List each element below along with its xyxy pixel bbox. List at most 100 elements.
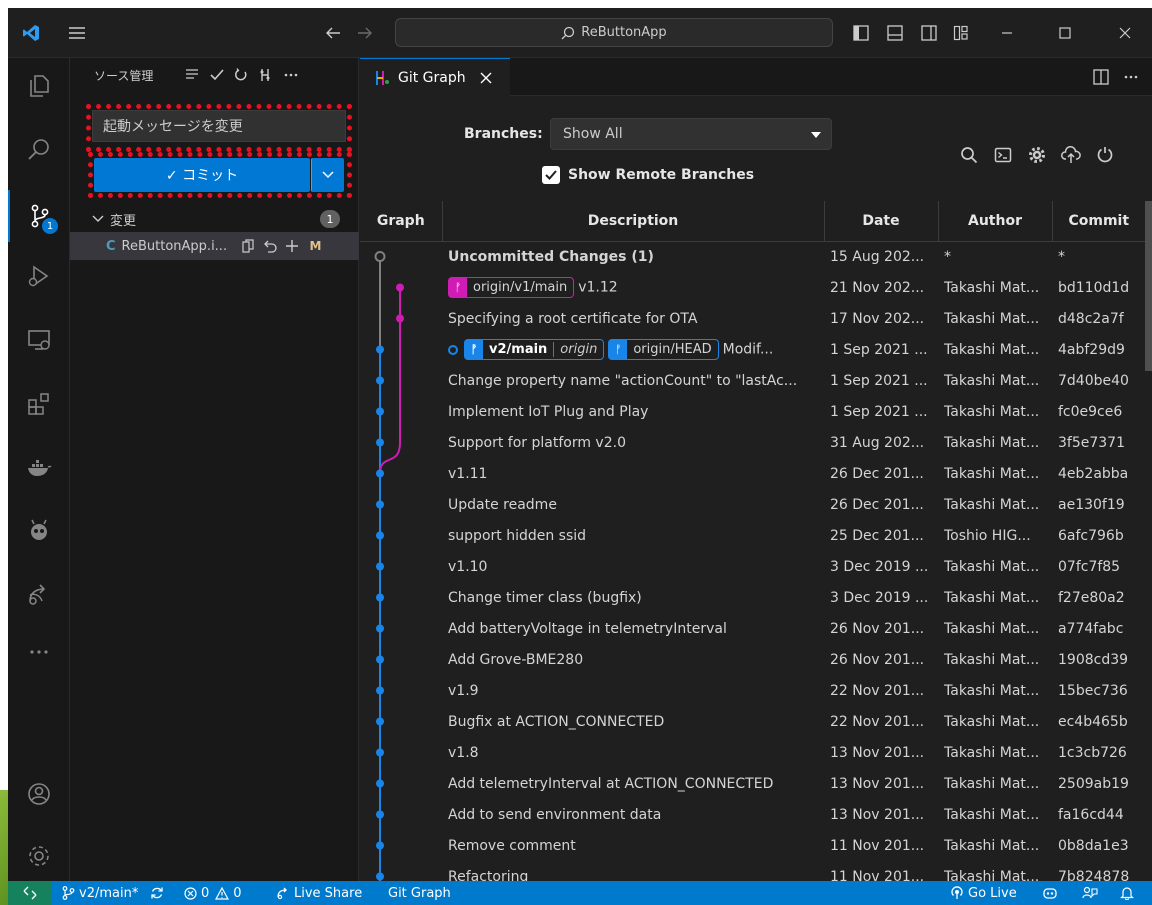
commit-description: v1.8: [442, 737, 824, 768]
commit-row[interactable]: Implement IoT Plug and Play 1 Sep 2021 ..…: [360, 396, 1145, 427]
problems-status[interactable]: 0 0: [184, 881, 242, 905]
commit-row[interactable]: Change timer class (bugfix) 3 Dec 2019 ..…: [360, 582, 1145, 613]
branches-label: Branches:: [464, 126, 543, 142]
git-graph-status[interactable]: Git Graph: [388, 881, 451, 905]
vertical-scrollbar[interactable]: [1145, 201, 1152, 881]
close-tab-icon[interactable]: [480, 72, 492, 84]
column-header[interactable]: Author: [938, 201, 1053, 242]
live-share-icon[interactable]: [8, 568, 70, 620]
commit-row[interactable]: Add Grove-BME280 26 Nov 201... Takashi Mat…: [360, 644, 1145, 675]
commit-date: 26 Dec 201...: [830, 496, 924, 513]
close-window-icon[interactable]: [1112, 20, 1138, 46]
commit-row[interactable]: Update readme 26 Dec 201... Takashi Mat...…: [360, 489, 1145, 520]
open-file-icon[interactable]: [240, 238, 256, 254]
terminal-icon[interactable]: [990, 142, 1016, 168]
commit-node: [376, 593, 384, 602]
commit-row[interactable]: Add to send environment data 13 Nov 201..…: [360, 799, 1145, 830]
view-as-tree-icon[interactable]: [181, 64, 203, 86]
more-actions-icon[interactable]: [280, 64, 302, 86]
commit-row[interactable]: support hidden ssid 25 Dec 201... Toshio H…: [360, 520, 1145, 551]
search-icon[interactable]: [8, 124, 70, 176]
extensions-icon[interactable]: [8, 378, 70, 430]
live-share-status[interactable]: Live Share: [276, 881, 362, 905]
branch-ref[interactable]: ᚡ origin/v1/main: [448, 277, 575, 298]
merge-curve: [379, 442, 401, 474]
commit-check-icon[interactable]: [206, 64, 228, 86]
column-header[interactable]: Commit: [1052, 201, 1145, 242]
refresh-icon[interactable]: [230, 64, 252, 86]
branch-status[interactable]: v2/main*: [62, 881, 138, 905]
settings-gear-icon[interactable]: [1024, 142, 1050, 168]
commit-row[interactable]: Specifying a root certificate for OTA 17 …: [360, 303, 1145, 334]
discard-changes-icon[interactable]: [262, 238, 278, 254]
commit-row[interactable]: Support for platform v2.0 31 Aug 202... Ta…: [360, 427, 1145, 458]
fetch-cloud-icon[interactable]: [1058, 142, 1084, 168]
stage-changes-icon[interactable]: [284, 238, 300, 254]
commit-row[interactable]: ᚡ origin/v1/main v1.12 21 Nov 202... Takashi…: [360, 272, 1145, 303]
commit-row[interactable]: v1.8 13 Nov 201... Takashi Mat... 1c3cb726: [360, 737, 1145, 768]
manage-gear-icon[interactable]: [8, 830, 70, 882]
notifications-status[interactable]: [1120, 881, 1134, 905]
docker-icon[interactable]: [8, 442, 70, 494]
back-arrow-icon[interactable]: [320, 20, 346, 46]
commit-hash: a774fabc: [1058, 620, 1124, 637]
sync-status[interactable]: [150, 881, 164, 905]
find-icon[interactable]: [956, 142, 982, 168]
commit-row[interactable]: v1.11 26 Dec 201... Takashi Mat... 4eb2abba: [360, 458, 1145, 489]
tab-git-graph[interactable]: Git Graph: [360, 58, 510, 96]
remote-indicator[interactable]: [8, 881, 52, 905]
go-live-status[interactable]: Go Live: [950, 881, 1017, 905]
split-editor-icon[interactable]: [1088, 64, 1114, 90]
explorer-icon[interactable]: [8, 60, 70, 112]
commit-row[interactable]: Bugfix at ACTION_CONNECTED 22 Nov 201... T…: [360, 706, 1145, 737]
forward-arrow-icon[interactable]: [352, 20, 378, 46]
toggle-secondary-sidebar-icon[interactable]: [916, 20, 942, 46]
copilot-status[interactable]: [1042, 881, 1058, 905]
column-header[interactable]: Date: [824, 201, 939, 242]
commit-description: v1.11: [442, 458, 824, 489]
commit-row[interactable]: Remove comment 11 Nov 201... Takashi Mat..…: [360, 830, 1145, 861]
commit-row[interactable]: Uncommitted Changes (1) 15 Aug 202... * *: [360, 241, 1145, 272]
command-center-search[interactable]: ReButtonApp: [395, 18, 833, 47]
commit-row[interactable]: Change property name "actionCount" to "l…: [360, 365, 1145, 396]
minimize-icon[interactable]: [994, 20, 1020, 46]
branches-dropdown[interactable]: Show All: [550, 118, 832, 150]
commit-row[interactable]: ᚡ v2/main origin ᚡ origin/HEAD Modif... 1 Sep …: [360, 334, 1145, 365]
commit-author: Toshio HIG...: [944, 527, 1031, 544]
commit-graph: [374, 251, 404, 881]
menu-icon[interactable]: [64, 20, 90, 46]
commit-message: Specifying a root certificate for OTA: [448, 310, 698, 327]
run-debug-icon[interactable]: [8, 250, 70, 302]
commit-row[interactable]: Refactoring 11 Nov 201... Takashi Mat... 7b…: [360, 861, 1145, 882]
scrollbar-thumb[interactable]: [1145, 201, 1152, 371]
changes-section-header[interactable]: 変更: [70, 208, 359, 230]
remote-explorer-icon[interactable]: [8, 314, 70, 366]
commit-message: support hidden ssid: [448, 527, 587, 544]
remote-icon: [23, 886, 37, 900]
maximize-icon[interactable]: [1052, 20, 1078, 46]
editor-more-actions-icon[interactable]: [1118, 64, 1144, 90]
changed-file-row[interactable]: C ReButtonApp.i... M: [70, 232, 359, 260]
toggle-panel-icon[interactable]: [882, 20, 908, 46]
show-remote-branches-checkbox[interactable]: Show Remote Branches: [542, 166, 754, 184]
checkbox-checked-icon[interactable]: [542, 166, 560, 184]
toggle-primary-sidebar-icon[interactable]: [848, 20, 874, 46]
branch-ref[interactable]: ᚡ v2/main origin: [464, 339, 605, 360]
accounts-icon[interactable]: [8, 768, 70, 820]
column-header[interactable]: Description: [442, 201, 825, 242]
commit-author: Takashi Mat...: [944, 589, 1040, 606]
commit-row[interactable]: v1.9 22 Nov 201... Takashi Mat... 15bec736: [360, 675, 1145, 706]
git-graph-view-icon[interactable]: [255, 64, 277, 86]
commit-row[interactable]: Add batteryVoltage in telemetryInterval 2…: [360, 613, 1145, 644]
branch-ref[interactable]: ᚡ origin/HEAD: [608, 339, 719, 360]
commit-row[interactable]: v1.10 3 Dec 2019 ... Takashi Mat... 07fc7f8…: [360, 551, 1145, 582]
accounts-status[interactable]: [1082, 881, 1098, 905]
refresh-graph-icon[interactable]: [1092, 142, 1118, 168]
commit-date: 15 Aug 202...: [830, 248, 925, 265]
source-control-icon[interactable]: 1: [8, 190, 70, 242]
sync-icon: [151, 887, 163, 899]
customize-layout-icon[interactable]: [948, 20, 974, 46]
platformio-icon[interactable]: [8, 504, 70, 556]
more-views-icon[interactable]: [8, 626, 70, 678]
commit-row[interactable]: Add telemetryInterval at ACTION_CONNECTE…: [360, 768, 1145, 799]
